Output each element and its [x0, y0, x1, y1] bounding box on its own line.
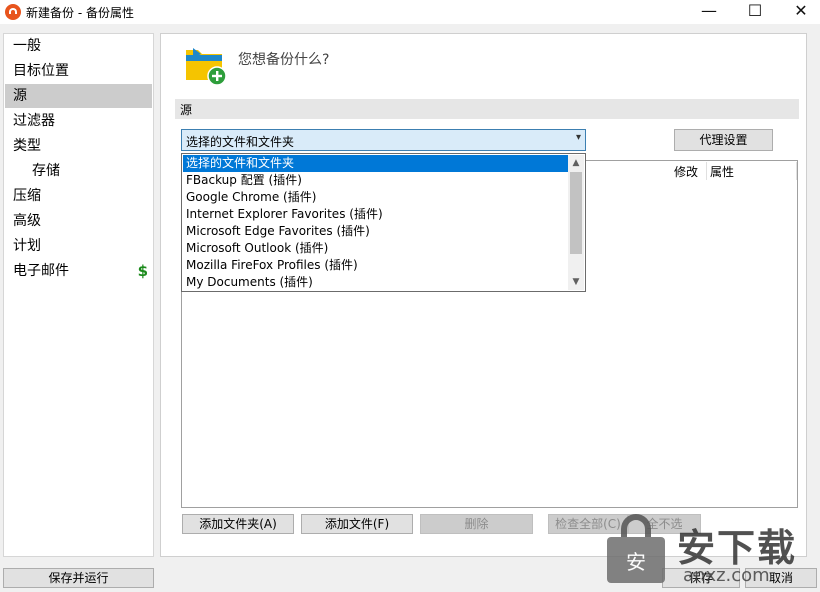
column-divider: [796, 162, 797, 180]
dropdown-option[interactable]: Microsoft Edge Favorites (插件): [183, 223, 569, 240]
sidebar-item-filters[interactable]: 过滤器: [5, 109, 152, 133]
column-attributes[interactable]: 属性: [710, 163, 734, 180]
source-select[interactable]: 选择的文件和文件夹 ▾: [181, 129, 586, 151]
sidebar-item-compression[interactable]: 压缩: [5, 184, 152, 208]
sidebar-item-label: 压缩: [13, 188, 41, 204]
shield-lock-icon: 安: [607, 514, 665, 583]
dropdown-option[interactable]: FBackup 配置 (插件): [183, 172, 569, 189]
save-and-run-button[interactable]: 保存并运行: [3, 568, 154, 588]
sidebar-item-type[interactable]: 类型: [5, 134, 152, 158]
watermark-sub: anxz.com: [683, 565, 770, 586]
sidebar-item-label: 高级: [13, 213, 41, 229]
dropdown-option[interactable]: Microsoft Outlook (插件): [183, 240, 569, 257]
section-title: 源: [180, 103, 193, 117]
proxy-settings-button[interactable]: 代理设置: [674, 129, 773, 151]
column-modified[interactable]: 修改: [674, 163, 698, 180]
delete-button[interactable]: 删除: [420, 514, 533, 534]
sidebar: 一般 目标位置 源 过滤器 类型 存储 压缩 高级 计划 电子邮件 $: [3, 33, 154, 557]
source-select-value: 选择的文件和文件夹: [186, 135, 295, 149]
sidebar-item-schedule[interactable]: 计划: [5, 234, 152, 258]
folder-add-icon: [186, 48, 227, 86]
section-header: 源: [175, 99, 799, 119]
scroll-thumb[interactable]: [570, 172, 582, 254]
title-bar: 新建备份 - 备份属性 — ☐ ✕: [0, 0, 820, 24]
maximize-button[interactable]: ☐: [732, 0, 778, 24]
dropdown-option[interactable]: Internet Explorer Favorites (插件): [183, 206, 569, 223]
dropdown-option[interactable]: My Documents (插件): [183, 274, 569, 291]
sidebar-item-label: 存储: [32, 163, 60, 179]
main-panel: 您想备份什么? 源 修改 属性 选择的文件和文件夹 ▾ 代理设置 选择的文件和文…: [160, 33, 807, 557]
watermark-text: 安下载: [677, 526, 798, 570]
svg-text:安: 安: [626, 550, 646, 574]
dropdown-option[interactable]: Mozilla FireFox Profiles (插件): [183, 257, 569, 274]
window-title: 新建备份 - 备份属性: [26, 6, 134, 20]
add-folder-button[interactable]: 添加文件夹(A): [182, 514, 294, 534]
sidebar-item-label: 计划: [13, 238, 41, 254]
app-logo-icon: [5, 4, 21, 20]
dollar-icon: $: [137, 262, 148, 280]
sidebar-item-label: 一般: [13, 38, 41, 54]
sidebar-item-general[interactable]: 一般: [5, 34, 152, 58]
sidebar-item-advanced[interactable]: 高级: [5, 209, 152, 233]
sidebar-item-label: 电子邮件: [13, 263, 69, 279]
scroll-up-icon[interactable]: ▲: [568, 155, 584, 171]
scroll-down-icon[interactable]: ▼: [568, 274, 584, 290]
dropdown-scrollbar[interactable]: ▲ ▼: [568, 155, 584, 290]
add-file-button[interactable]: 添加文件(F): [301, 514, 413, 534]
sidebar-item-label: 目标位置: [13, 63, 69, 79]
sidebar-item-destination[interactable]: 目标位置: [5, 59, 152, 83]
watermark: 安 安下载 anxz.com: [603, 507, 818, 589]
page-question: 您想备份什么?: [238, 52, 330, 68]
close-button[interactable]: ✕: [778, 0, 820, 24]
sidebar-item-email[interactable]: 电子邮件 $: [5, 259, 152, 283]
minimize-button[interactable]: —: [686, 0, 732, 24]
chevron-down-icon: ▾: [575, 132, 581, 143]
sidebar-item-source[interactable]: 源: [5, 84, 152, 108]
sidebar-item-label: 源: [13, 88, 27, 104]
dropdown-option[interactable]: 选择的文件和文件夹: [183, 155, 569, 172]
sidebar-item-label: 类型: [13, 138, 41, 154]
sidebar-item-storage[interactable]: 存储: [5, 159, 152, 183]
column-divider: [706, 162, 707, 180]
source-dropdown-list[interactable]: 选择的文件和文件夹 FBackup 配置 (插件) Google Chrome …: [181, 153, 586, 292]
sidebar-item-label: 过滤器: [13, 113, 55, 129]
dropdown-option[interactable]: Google Chrome (插件): [183, 189, 569, 206]
